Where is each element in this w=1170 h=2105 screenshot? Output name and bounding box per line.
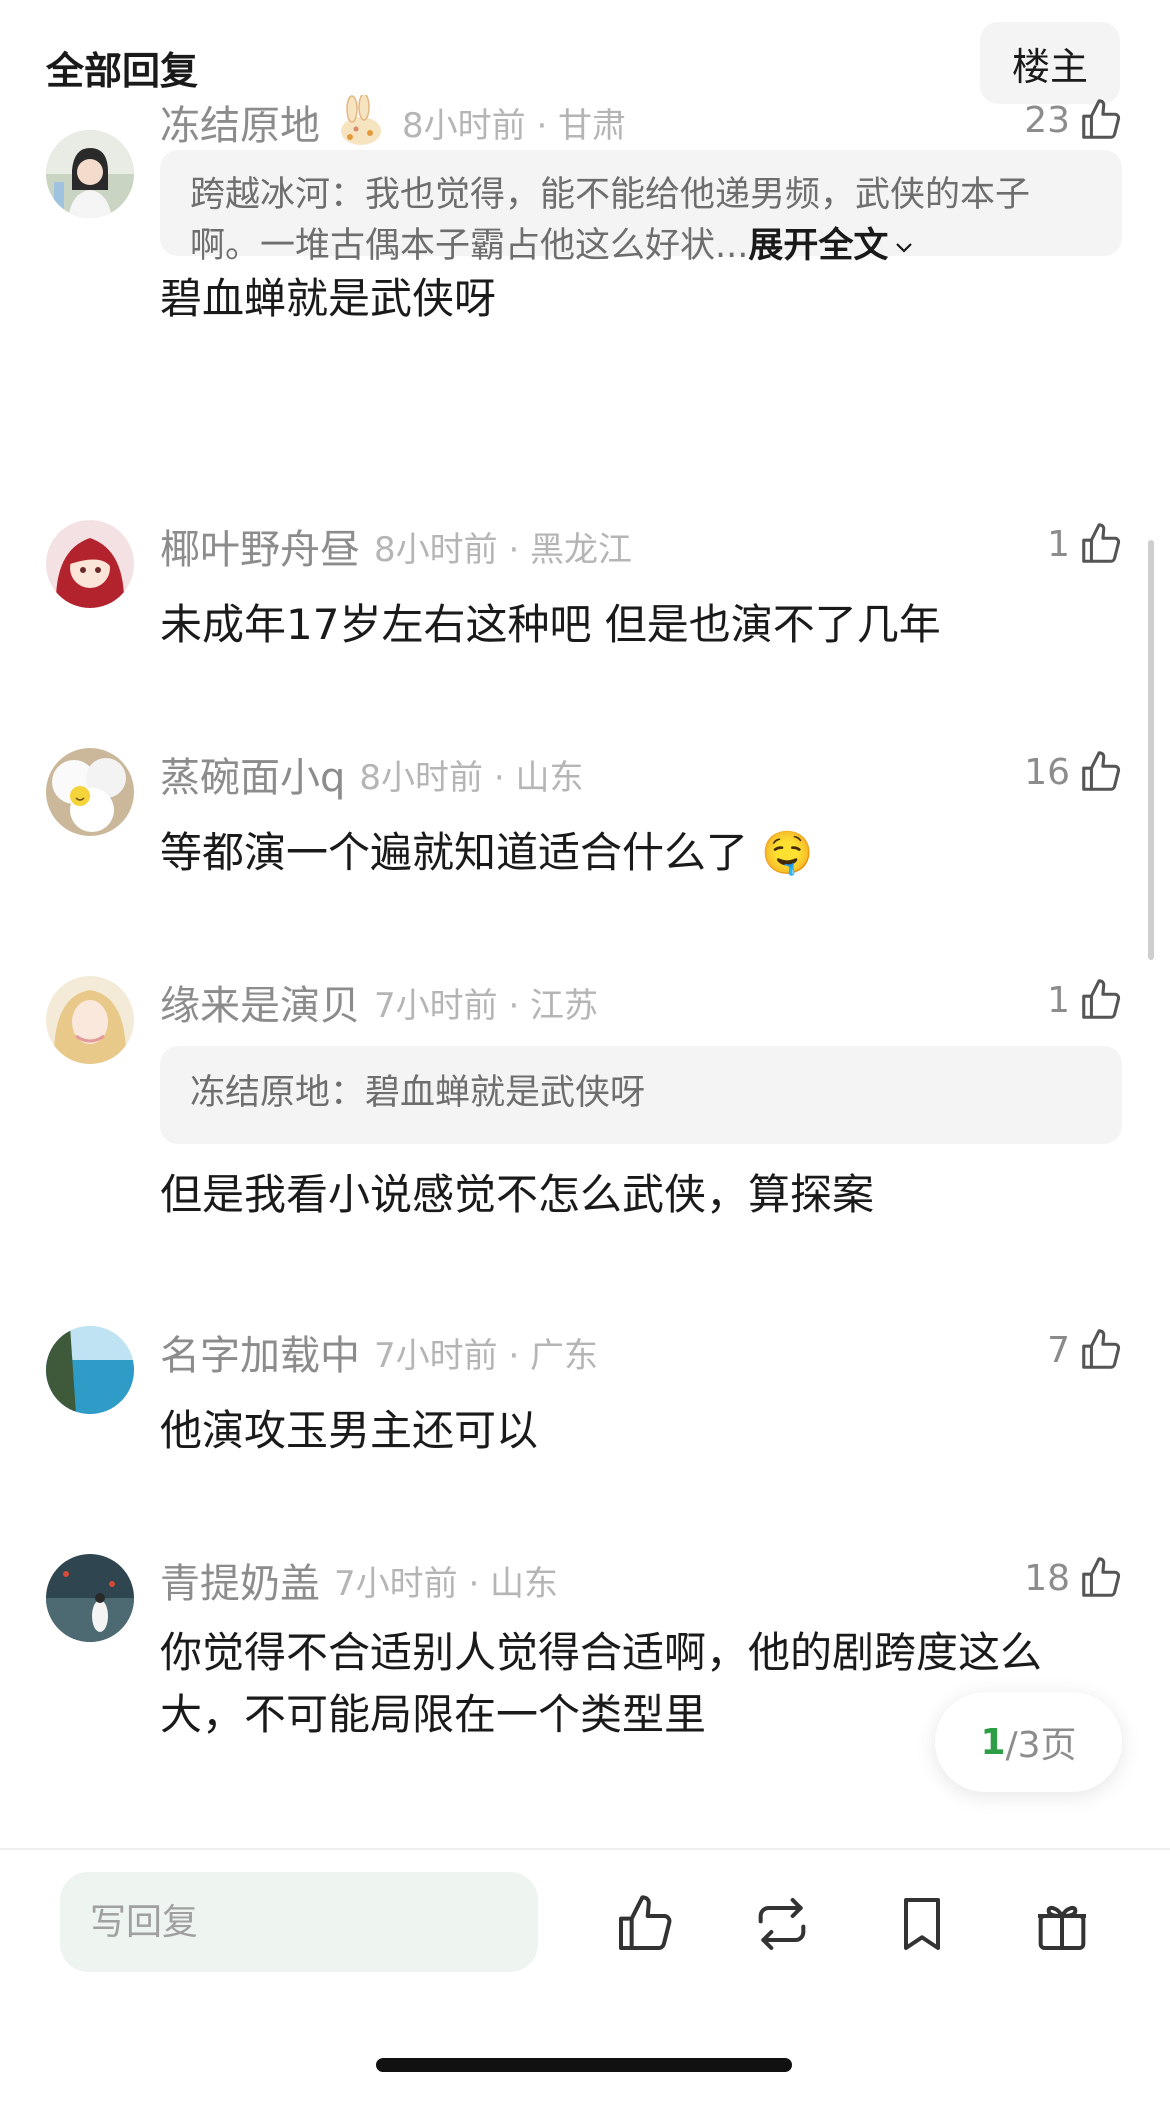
like-button[interactable]: 1 [1047,972,1124,1028]
bookmark-button[interactable] [890,1892,954,1956]
reply-input[interactable] [60,1872,538,1972]
like-count: 18 [1024,1557,1070,1599]
username[interactable]: 椰叶野舟昼 [160,517,360,575]
comment-time-location: 8小时前 · 山东 [359,757,584,798]
comment-text: 等都演一个遍就知道适合什么了 🤤 [160,828,814,877]
avatar[interactable] [46,130,134,218]
comment-meta: 青提奶盖 7小时前 · 山东 [160,1551,559,1609]
current-page: 1 [980,1721,1006,1763]
comment-time-location: 8小时前 · 甘肃 [402,105,627,146]
repost-icon [758,1898,806,1950]
scrollbar[interactable] [1148,540,1154,960]
page-title: 全部回复 [46,49,199,93]
like-button[interactable]: 23 [1024,92,1124,148]
gift-button[interactable] [1030,1892,1094,1956]
username[interactable]: 蒸碗面小q [160,745,345,803]
quoted-reply[interactable]: 跨越冰河：我也觉得，能不能给他递男频，武侠的本子啊。一堆古偶本子霸占他这么好状.… [160,150,1122,266]
comment-time-location: 7小时前 · 广东 [374,1335,599,1376]
avatar[interactable] [46,520,134,608]
avatar[interactable] [46,976,134,1064]
expand-full-text-link[interactable]: 展开全文 [748,226,916,266]
repost-button[interactable] [750,1892,814,1956]
bottom-bar-divider [0,1848,1170,1850]
username[interactable]: 冻结原地 [160,93,320,151]
like-count: 23 [1024,99,1070,141]
like-button[interactable]: 16 [1024,744,1124,800]
chevron-down-icon [896,243,913,253]
page-indicator[interactable]: 1/3页 [935,1692,1122,1792]
comment-meta: 蒸碗面小q 8小时前 · 山东 [160,745,584,803]
drooling-face-emoji: 🤤 [761,828,814,877]
thumbs-up-icon [1078,97,1124,143]
home-indicator[interactable] [376,2058,792,2072]
like-button[interactable]: 1 [1047,516,1124,572]
like-count: 1 [1047,523,1070,565]
comment-meta: 名字加载中 7小时前 · 广东 [160,1323,599,1381]
rabbit-badge-icon [341,95,381,145]
like-count: 16 [1024,751,1070,793]
quoted-text: 冻结原地：碧血蝉就是武侠呀 [190,1073,646,1113]
comment-meta: 冻结原地 8小时前 · 甘肃 [160,93,627,151]
comment-meta: 缘来是演贝 7小时前 · 江苏 [160,973,599,1031]
like-post-button[interactable] [613,1892,677,1956]
comment-page: 全部回复 楼主 冻结原地 8小时前 · 甘肃 23 跨越冰河：我也觉得，能不能给… [0,0,1170,2105]
comment-time-location: 8小时前 · 黑龙江 [374,529,633,570]
total-pages: /3页 [1005,1725,1077,1766]
avatar[interactable] [46,748,134,836]
bookmark-icon [904,1898,940,1950]
username[interactable]: 缘来是演贝 [160,973,360,1031]
gift-icon [1038,1905,1086,1950]
username[interactable]: 名字加载中 [160,1323,360,1381]
quoted-reply[interactable]: 冻结原地：碧血蝉就是武侠呀 [160,1046,1122,1144]
like-button[interactable]: 18 [1024,1550,1124,1606]
thumbs-up-icon [1078,1555,1124,1601]
like-count: 1 [1047,979,1070,1021]
comment-meta: 椰叶野舟昼 8小时前 · 黑龙江 [160,517,633,575]
username[interactable]: 青提奶盖 [160,1551,320,1609]
like-button[interactable]: 7 [1047,1322,1124,1378]
avatar[interactable] [46,1326,134,1414]
comment-time-location: 7小时前 · 山东 [334,1563,559,1604]
comment-text: 但是我看小说感觉不怎么武侠，算探案 [160,1170,875,1219]
thumbs-up-icon [1078,749,1124,795]
like-count: 7 [1047,1329,1070,1371]
comment-text: 他演攻玉男主还可以 [160,1406,539,1455]
comment-text: 未成年17岁左右这种吧 但是也演不了几年 [160,600,941,649]
thumbs-up-icon [1078,977,1124,1023]
comment-text: 碧血蝉就是武侠呀 [160,274,497,323]
thumbs-up-icon [1078,521,1124,567]
thumbs-up-icon [1078,1327,1124,1373]
comment-time-location: 7小时前 · 江苏 [374,985,599,1026]
avatar[interactable] [46,1554,134,1642]
thumbs-up-icon [619,1895,672,1950]
